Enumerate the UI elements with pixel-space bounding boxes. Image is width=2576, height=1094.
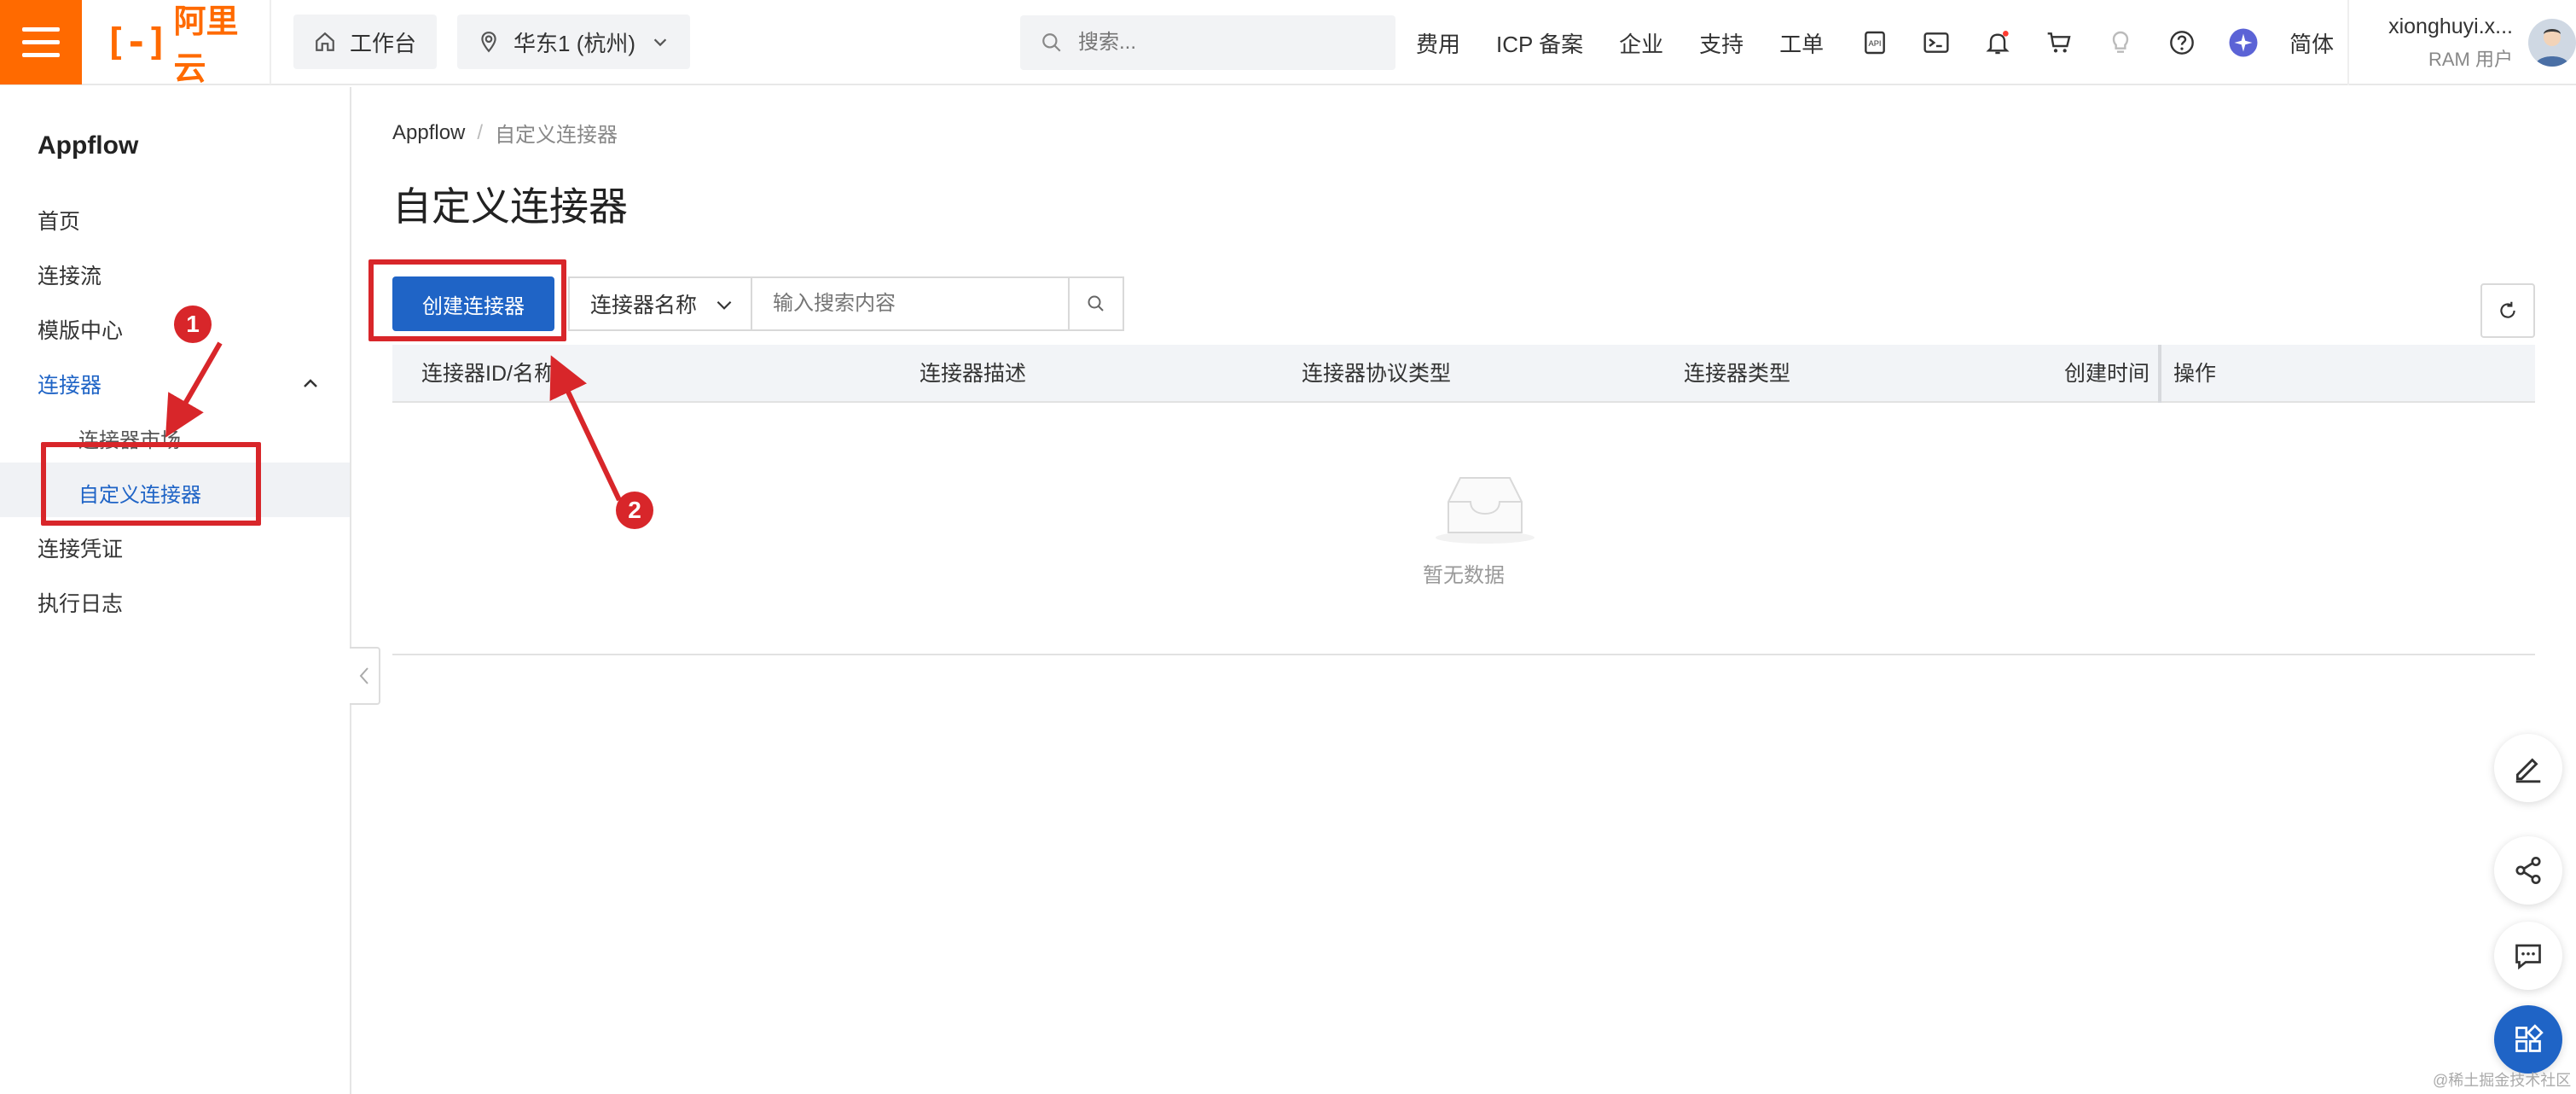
- edit-icon: [2515, 758, 2541, 783]
- nav-ticket[interactable]: 工单: [1779, 27, 1824, 59]
- apps-button[interactable]: [2494, 1005, 2562, 1074]
- menu-button[interactable]: [0, 0, 82, 84]
- refresh-button[interactable]: [2480, 283, 2535, 338]
- hamburger-icon: [22, 26, 60, 32]
- bell-icon[interactable]: [1982, 27, 2013, 58]
- sidebar-title: Appflow: [38, 131, 139, 160]
- svg-text:API: API: [1869, 39, 1882, 48]
- table-body: 暂无数据: [392, 403, 2535, 655]
- refresh-icon: [2500, 301, 2515, 318]
- sidebar-item-logs[interactable]: 执行日志: [38, 587, 123, 618]
- nav-enterprise[interactable]: 企业: [1619, 27, 1663, 59]
- page-title: 自定义连接器: [392, 184, 628, 229]
- sidebar-item-flows[interactable]: 连接流: [38, 259, 102, 290]
- location-icon: [481, 32, 496, 53]
- home-icon: [316, 32, 334, 51]
- filter-search-button[interactable]: [1070, 276, 1124, 331]
- user-name: xionghuyi.x...: [2388, 14, 2513, 38]
- workbench-label: 工作台: [350, 30, 417, 56]
- share-button[interactable]: [2494, 836, 2562, 905]
- sidebar-item-home[interactable]: 首页: [38, 205, 80, 236]
- top-bar: [-] 阿里云 工作台 华东1 (杭州) 费用 ICP 备案 企业 支持 工单 …: [0, 0, 2576, 87]
- logo-text: 阿里云: [173, 4, 239, 87]
- region-selector[interactable]: 华东1 (杭州): [457, 15, 691, 69]
- column-divider: [2158, 345, 2161, 403]
- nav-support[interactable]: 支持: [1699, 27, 1743, 59]
- nav-icp[interactable]: ICP 备案: [1496, 27, 1583, 59]
- breadcrumb-root[interactable]: Appflow: [392, 121, 465, 145]
- user-role: RAM 用户: [2428, 48, 2513, 70]
- api-icon[interactable]: API: [1859, 27, 1890, 58]
- sidebar-item-credentials[interactable]: 连接凭证: [38, 532, 123, 563]
- aliyun-logo[interactable]: [-] 阿里云: [82, 0, 271, 87]
- column-header-protocol-type: 连接器协议类型: [1302, 362, 1452, 386]
- logo-mark: [-]: [104, 20, 168, 64]
- annotation-badge-1: 1: [174, 306, 212, 343]
- sidebar-item-connectors[interactable]: 连接器: [38, 369, 102, 399]
- feedback-edit-button[interactable]: [2494, 734, 2562, 802]
- watermark: @稀土掘金技术社区: [2433, 1072, 2572, 1089]
- column-header-connector-type: 连接器类型: [1684, 362, 1791, 386]
- annotation-box-sidebar: [41, 442, 261, 526]
- region-label: 华东1 (杭州): [513, 30, 636, 56]
- column-header-actions: 操作: [2173, 362, 2217, 386]
- chevron-down-icon: [653, 38, 667, 47]
- help-icon[interactable]: [2167, 27, 2197, 58]
- connectors-table: 连接器ID/名称 连接器描述 连接器协议类型 连接器类型 创建时间 操作 暂无数…: [392, 345, 2535, 655]
- search-icon: [1042, 33, 1061, 52]
- cart-icon[interactable]: [2044, 27, 2074, 58]
- column-header-description: 连接器描述: [920, 362, 1027, 386]
- breadcrumb-separator: /: [477, 120, 484, 144]
- share-icon: [2515, 856, 2541, 885]
- chevron-up-icon[interactable]: [300, 374, 321, 394]
- filter-field-select[interactable]: 连接器名称: [568, 276, 751, 331]
- workbench-button[interactable]: 工作台: [293, 15, 438, 69]
- top-nav: 费用 ICP 备案 企业 支持 工单 API 简体: [1416, 0, 2334, 85]
- terminal-icon[interactable]: [1921, 27, 1952, 58]
- column-header-created-time[interactable]: 创建时间: [2064, 345, 2150, 403]
- lightbulb-icon[interactable]: [2105, 27, 2136, 58]
- chat-icon: [2515, 944, 2541, 970]
- empty-state-text: 暂无数据: [1423, 564, 1505, 587]
- sidebar-item-templates[interactable]: 模版中心: [38, 314, 123, 345]
- annotation-badge-2: 2: [616, 492, 653, 529]
- search-icon: [1088, 295, 1104, 311]
- breadcrumb: Appflow / 自定义连接器: [392, 118, 618, 148]
- breadcrumb-current: 自定义连接器: [495, 124, 618, 147]
- main-content: Appflow / 自定义连接器 自定义连接器 创建连接器 连接器名称 连接器I…: [351, 87, 2576, 1094]
- user-menu[interactable]: xionghuyi.x... RAM 用户: [2347, 0, 2576, 85]
- avatar[interactable]: [2528, 19, 2576, 67]
- apps-grid-icon: [2515, 1024, 2544, 1052]
- global-search[interactable]: [1020, 15, 1395, 70]
- filter-field-label: 连接器名称: [590, 294, 698, 317]
- ai-assistant-icon[interactable]: [2228, 27, 2259, 58]
- nav-billing[interactable]: 费用: [1416, 27, 1460, 59]
- annotation-box-create-button: [368, 259, 566, 341]
- chat-button[interactable]: [2494, 922, 2562, 990]
- empty-inbox-icon: [1436, 477, 1535, 544]
- sidebar: Appflow 首页 连接流 模版中心 连接器 连接器市场 自定义连接器 连接凭…: [0, 87, 351, 1094]
- filter-search-input[interactable]: [751, 276, 1070, 331]
- language-switch[interactable]: 简体: [2289, 27, 2334, 59]
- chevron-down-icon: [717, 300, 732, 310]
- table-header: 连接器ID/名称 连接器描述 连接器协议类型 连接器类型 创建时间 操作: [392, 345, 2535, 403]
- search-input[interactable]: [1078, 31, 1368, 55]
- column-header-id-name: 连接器ID/名称: [421, 362, 555, 386]
